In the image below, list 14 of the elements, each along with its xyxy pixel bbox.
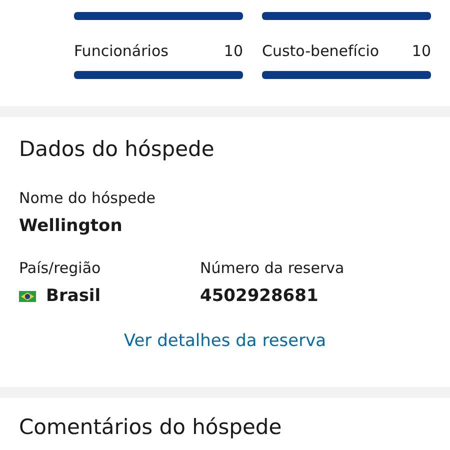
field-label: Número da reserva	[200, 259, 346, 277]
rating-score: 10	[224, 42, 243, 60]
rating-label: Custo-benefício	[262, 42, 380, 60]
rating-score: 10	[412, 42, 431, 60]
section-title: Dados do hóspede	[19, 136, 216, 163]
field-label: Nome do hóspede	[19, 189, 156, 207]
field-label: País/região	[19, 259, 102, 277]
booking-details-link[interactable]: Ver detalhes da reserva	[124, 331, 326, 351]
country-value: Brasil	[46, 285, 101, 307]
booking-number: 4502928681	[200, 285, 318, 307]
flag-icon	[19, 290, 36, 302]
rating-label: Funcionários	[74, 42, 168, 60]
section-title: Comentários do hóspede	[19, 414, 283, 440]
guest-name: Wellington	[19, 215, 122, 237]
